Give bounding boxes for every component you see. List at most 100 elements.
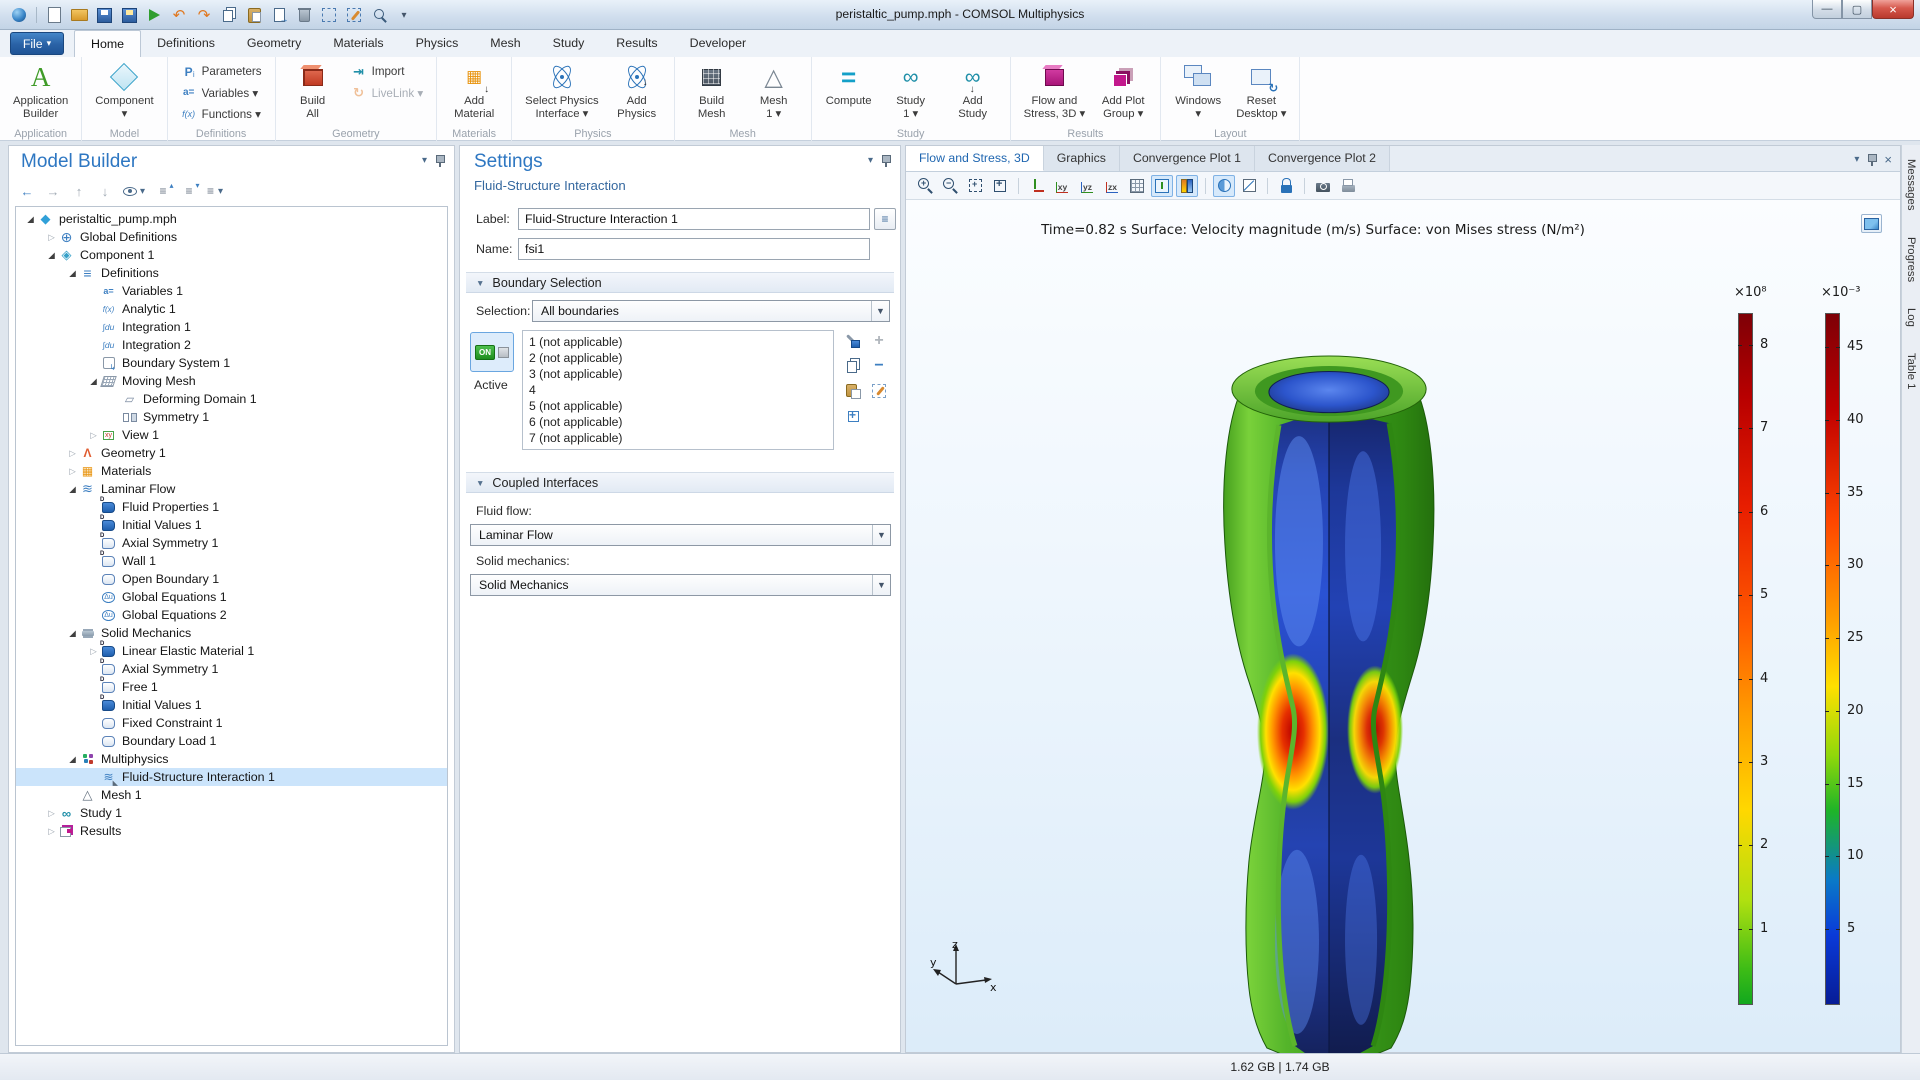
component-button[interactable]: Component ▾	[91, 60, 157, 123]
tree-item-mesh-1[interactable]: Mesh 1	[16, 786, 447, 804]
flow-and-stress-3d-button[interactable]: Flow and Stress, 3D ▾	[1020, 60, 1090, 123]
functions-button[interactable]: Functions ▾	[177, 104, 266, 123]
maximize-button[interactable]: ▢	[1842, 0, 1872, 19]
boundary-list-item[interactable]: 1 (not applicable)	[523, 334, 833, 350]
docked-tab-log[interactable]: Log	[1905, 302, 1917, 333]
zoom-out-button[interactable]	[939, 175, 961, 197]
default-3d-view-button[interactable]	[1026, 175, 1048, 197]
view-zx-button[interactable]	[1101, 175, 1123, 197]
qat-delete[interactable]	[293, 4, 315, 26]
tree-item-integration-1[interactable]: Integration 1	[16, 318, 447, 336]
tree-item-geometry-1[interactable]: ▷Geometry 1	[16, 444, 447, 462]
lock-button[interactable]	[1275, 175, 1297, 197]
tree-item-fluid-structure-interaction-1[interactable]: Fluid-Structure Interaction 1	[16, 768, 447, 786]
tree-item-global-equations-2[interactable]: Global Equations 2	[16, 606, 447, 624]
tree-item-laminar-flow[interactable]: ◢Laminar Flow	[16, 480, 447, 498]
tree-item-initial-values-1[interactable]: Initial Values 1	[16, 516, 447, 534]
docked-tab-progress[interactable]: Progress	[1905, 231, 1917, 288]
boundary-list-item[interactable]: 2 (not applicable)	[523, 350, 833, 366]
qat-run[interactable]	[143, 4, 165, 26]
zoom-in-button[interactable]	[914, 175, 936, 197]
tree-item-component-1[interactable]: ◢Component 1	[16, 246, 447, 264]
graphics-tab-convergence-plot-1[interactable]: Convergence Plot 1	[1120, 146, 1255, 171]
node-text-button[interactable]: ≡▾	[207, 182, 223, 200]
collapse-icon[interactable]: ◢	[66, 628, 79, 639]
collapse-icon[interactable]: ◢	[66, 268, 79, 279]
show-equation-button[interactable]: ≡	[874, 208, 896, 230]
select-physics-button[interactable]: Select Physics Interface ▾	[521, 60, 602, 123]
expand-icon[interactable]: ▷	[66, 448, 79, 459]
move-down-button[interactable]: ↓	[97, 182, 113, 200]
qat-qat-dropdown[interactable]	[393, 4, 415, 26]
move-up-button[interactable]: ↑	[71, 182, 87, 200]
close-button[interactable]: ×	[1872, 0, 1914, 19]
collapse-icon[interactable]: ◢	[66, 754, 79, 765]
expand-icon[interactable]: ▷	[87, 646, 100, 657]
pin-icon[interactable]	[435, 154, 444, 167]
collapse-icon[interactable]: ◢	[66, 484, 79, 495]
ribbon-tab-results[interactable]: Results	[600, 30, 673, 57]
active-toggle-button[interactable]: ON	[470, 332, 514, 372]
docked-tab-table-1[interactable]: Table 1	[1905, 347, 1917, 395]
ribbon-tab-materials[interactable]: Materials	[317, 30, 399, 57]
chevron-down-icon[interactable]: ▾	[868, 155, 873, 166]
minimize-button[interactable]: —	[1812, 0, 1842, 19]
tree-item-open-boundary-1[interactable]: Open Boundary 1	[16, 570, 447, 588]
graphics-tab-flow-and-stress-3d[interactable]: Flow and Stress, 3D	[906, 146, 1044, 171]
application-builder-button[interactable]: Application Builder	[9, 60, 72, 123]
back-button[interactable]: ←	[19, 182, 35, 200]
add-study-button[interactable]: Add Study	[945, 60, 1001, 123]
qat-undo[interactable]	[168, 4, 190, 26]
graphics-tab-convergence-plot-2[interactable]: Convergence Plot 2	[1255, 146, 1390, 171]
tree-item-view-1[interactable]: ▷View 1	[16, 426, 447, 444]
color-legend-button[interactable]	[1176, 175, 1198, 197]
ribbon-tab-developer[interactable]: Developer	[674, 30, 762, 57]
tree-item-boundary-system-1[interactable]: Boundary System 1	[16, 354, 447, 372]
tree-item-boundary-load-1[interactable]: Boundary Load 1	[16, 732, 447, 750]
qat-save-as[interactable]	[118, 4, 140, 26]
tree-item-linear-elastic-material-1[interactable]: ▷Linear Elastic Material 1	[16, 642, 447, 660]
tree-item-global-definitions[interactable]: ▷Global Definitions	[16, 228, 447, 246]
grid-button[interactable]	[1126, 175, 1148, 197]
pin-icon[interactable]	[881, 154, 890, 167]
add-button[interactable]	[870, 332, 888, 350]
ribbon-tab-study[interactable]: Study	[537, 30, 601, 57]
chevron-down-icon[interactable]: ▾	[422, 155, 427, 166]
boundary-list-item[interactable]: 6 (not applicable)	[523, 414, 833, 430]
expand-icon[interactable]: ▷	[45, 808, 58, 819]
chevron-down-icon[interactable]: ▾	[1854, 154, 1859, 165]
add-material-button[interactable]: Add Material	[446, 60, 502, 123]
tree-item-variables-1[interactable]: Variables 1	[16, 282, 447, 300]
label-field-input[interactable]	[518, 208, 870, 230]
add-plot-group-button[interactable]: Add Plot Group ▾	[1095, 60, 1151, 123]
clip-plane-button[interactable]	[1238, 175, 1260, 197]
pump-3d-visualization[interactable]	[1206, 331, 1452, 1076]
view-xy-button[interactable]	[1051, 175, 1073, 197]
boundary-selection-section-header[interactable]: ▼ Boundary Selection	[466, 272, 894, 293]
boundary-list-item[interactable]: 5 (not applicable)	[523, 398, 833, 414]
name-field-input[interactable]	[518, 238, 870, 260]
paste-button[interactable]	[844, 382, 862, 400]
selection-combo[interactable]: All boundaries ▼	[532, 300, 890, 322]
copy-button[interactable]	[844, 357, 862, 375]
import-button[interactable]: Import	[347, 62, 428, 81]
collapse-icon[interactable]: ◢	[45, 250, 58, 261]
tree-item-initial-values-1[interactable]: Initial Values 1	[16, 696, 447, 714]
collapse-icon[interactable]: ◢	[87, 376, 100, 387]
zoom-to-selection-button[interactable]	[844, 407, 862, 425]
qat-duplicate[interactable]	[268, 4, 290, 26]
expand-icon[interactable]: ▷	[45, 232, 58, 243]
transparency-button[interactable]	[1213, 175, 1235, 197]
build-all-button[interactable]: Build All	[285, 60, 341, 123]
boundary-list-item[interactable]: 3 (not applicable)	[523, 366, 833, 382]
solid-mechanics-combo[interactable]: Solid Mechanics ▼	[470, 574, 891, 596]
print-button[interactable]	[1337, 175, 1359, 197]
ribbon-tab-physics[interactable]: Physics	[400, 30, 475, 57]
tree-item-fixed-constraint-1[interactable]: Fixed Constraint 1	[16, 714, 447, 732]
pin-icon[interactable]	[1867, 153, 1876, 166]
windows-button[interactable]: Windows ▾	[1170, 60, 1226, 123]
compute-button[interactable]: Compute	[821, 60, 877, 109]
ribbon-tab-geometry[interactable]: Geometry	[231, 30, 317, 57]
tree-item-results[interactable]: ▷Results	[16, 822, 447, 840]
fluid-flow-combo[interactable]: Laminar Flow ▼	[470, 524, 891, 546]
